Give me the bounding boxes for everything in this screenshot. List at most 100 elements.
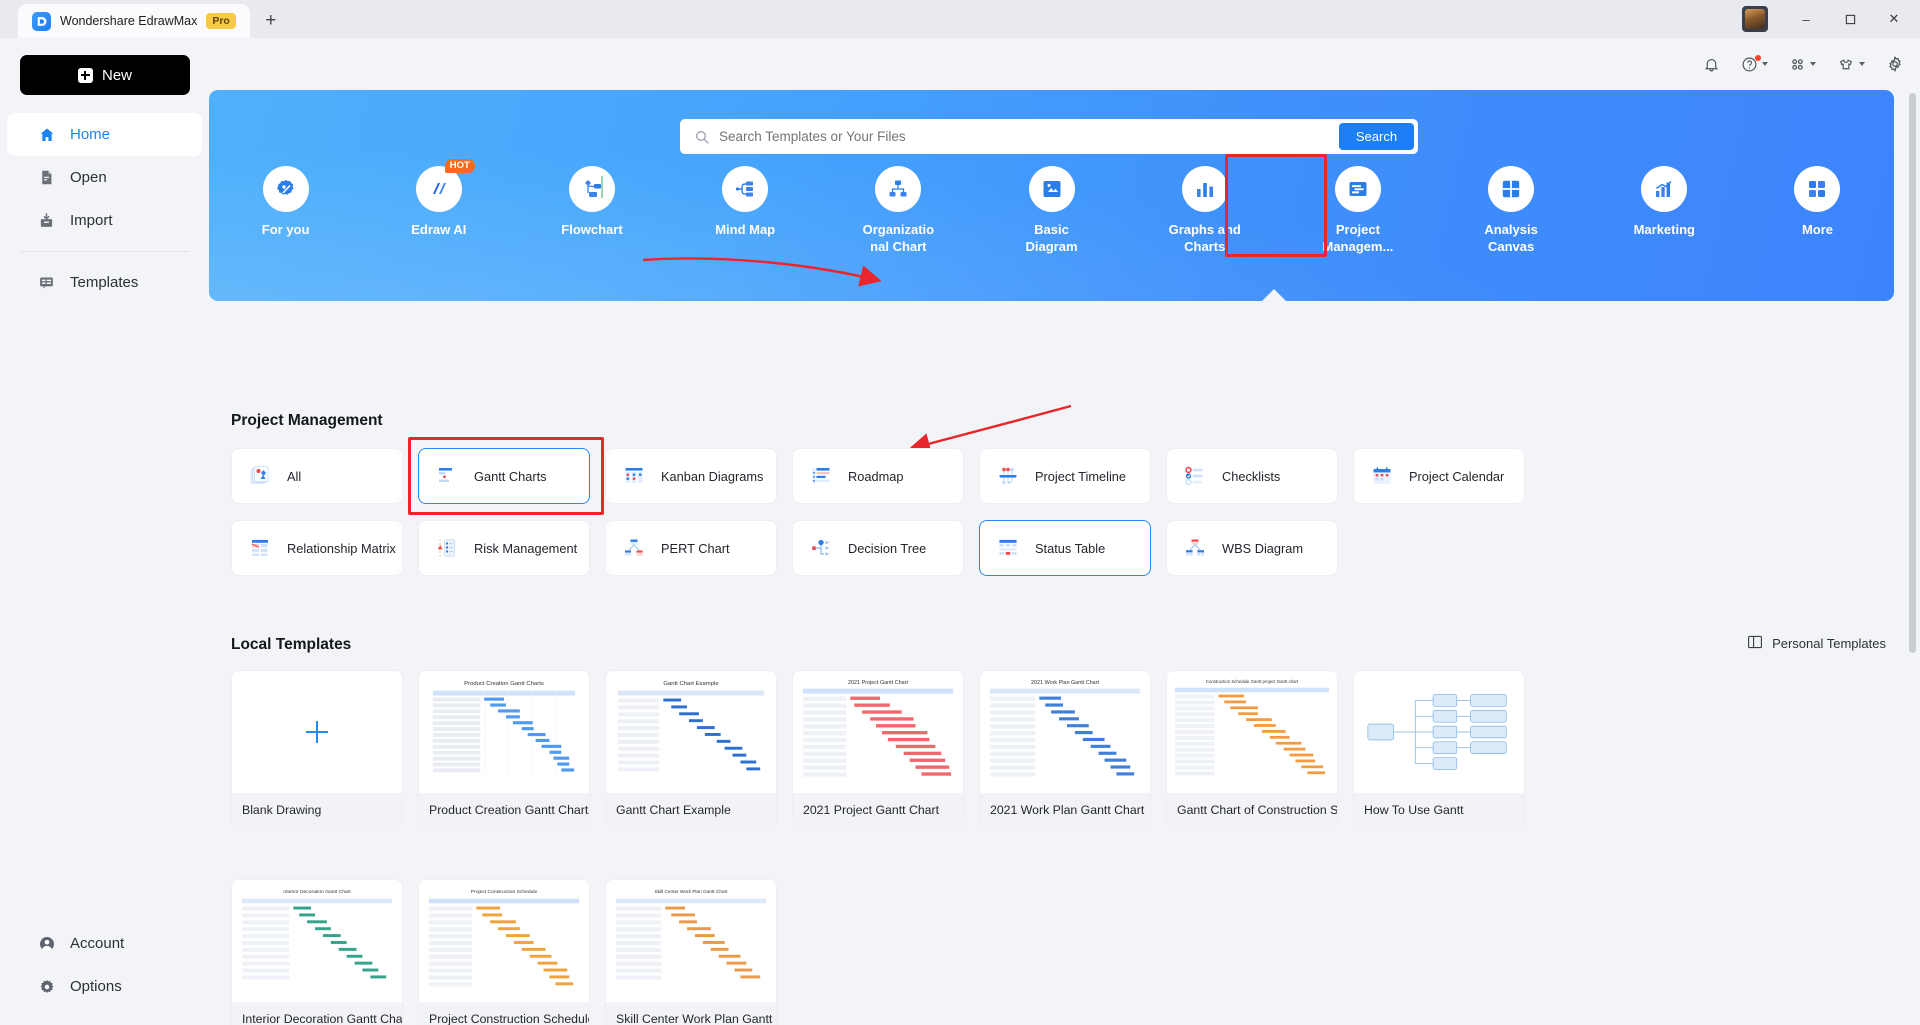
search-input[interactable]	[719, 129, 1339, 144]
theme-shirt-icon[interactable]	[1837, 56, 1865, 73]
category-divider	[601, 176, 603, 198]
apps-grid-icon[interactable]	[1789, 56, 1816, 73]
personal-templates-button[interactable]: Personal Templates	[1747, 634, 1886, 653]
category-edraw-ai[interactable]: HOT Edraw AI	[362, 159, 515, 255]
browser-tab[interactable]: Wondershare EdrawMax Pro	[18, 4, 250, 38]
tile-roadmap[interactable]: Roadmap	[792, 448, 964, 504]
sidebar-item-open[interactable]: Open	[7, 156, 202, 199]
tile-gantt-charts[interactable]: Gantt Charts	[418, 448, 590, 504]
home-icon	[37, 125, 56, 144]
timeline-icon	[996, 464, 1020, 488]
tile-all[interactable]: All	[231, 448, 403, 504]
tile-wrap-kanban: Kanban Diagrams	[605, 448, 777, 504]
category-organizational-chart[interactable]: Organizatio nal Chart	[822, 166, 975, 255]
settings-gear-icon[interactable]	[1886, 55, 1904, 73]
template-card-how-to-use-gantt[interactable]: How To Use Gantt	[1353, 670, 1525, 828]
category-tiles-row-2: Relationship Matrix Risk Management PERT…	[231, 520, 1338, 576]
hot-badge: HOT	[444, 159, 475, 173]
notification-icon[interactable]	[1703, 56, 1720, 73]
maximize-button[interactable]	[1828, 0, 1872, 38]
category-basic-diagram[interactable]: Basic Diagram	[975, 166, 1128, 255]
tile-pert-chart[interactable]: PERT Chart	[605, 520, 777, 576]
template-card-2021-project-gantt[interactable]: 2021 Project Gantt Chart 2021 Project Ga…	[792, 670, 964, 828]
template-card-blank-drawing[interactable]: Blank Drawing	[231, 670, 403, 828]
template-card-gantt-chart-example[interactable]: Gantt Chart Example Gantt Chart Example	[605, 670, 777, 828]
template-card-product-creation-gantt[interactable]: Product Creation Gantt Charts Product Cr…	[418, 670, 590, 828]
template-card-skill-center-work-plan[interactable]: Skill Center Work Plan Gantt Chart Skill…	[605, 879, 777, 1025]
sidebar-item-options[interactable]: Options	[7, 965, 202, 1008]
new-button[interactable]: New	[20, 55, 190, 95]
svg-text:2021 Work Plan Gantt Chart: 2021 Work Plan Gantt Chart	[1031, 680, 1099, 686]
tile-status-table[interactable]: Status Table	[979, 520, 1151, 576]
basic-diagram-icon	[1028, 166, 1075, 212]
tile-project-calendar[interactable]: Project Calendar	[1353, 448, 1525, 504]
org-chart-icon	[875, 166, 922, 212]
main-content: Search For you HOT Edraw AI Fl	[209, 90, 1920, 1025]
sidebar-item-templates[interactable]: Templates	[7, 261, 202, 304]
help-badge-dot	[1755, 54, 1761, 61]
tile-label: Risk Management	[474, 540, 578, 556]
tile-relationship-matrix[interactable]: Relationship Matrix	[231, 520, 403, 576]
title-bar: Wondershare EdrawMax Pro + – ✕	[0, 0, 1920, 38]
analysis-canvas-icon	[1488, 166, 1535, 212]
tile-wrap-checklists: Checklists	[1166, 448, 1338, 504]
tile-wrap-gantt-charts: Gantt Charts	[408, 437, 604, 515]
card-title: Interior Decoration Gantt Chart	[232, 1002, 402, 1025]
open-file-icon	[37, 168, 56, 187]
card-title: 2021 Project Gantt Chart	[793, 793, 963, 827]
minimize-button[interactable]: –	[1784, 0, 1828, 38]
mind-map-icon	[722, 166, 769, 212]
search-button[interactable]: Search	[1339, 123, 1414, 150]
svg-text:2021 Project Gantt Chart: 2021 Project Gantt Chart	[848, 680, 908, 686]
chevron-down-icon	[1762, 62, 1768, 66]
tile-risk-management[interactable]: Risk Management	[418, 520, 590, 576]
risk-icon	[435, 536, 459, 560]
category-label: Mind Map	[715, 222, 776, 237]
search-bar[interactable]: Search	[680, 119, 1418, 154]
tile-label: Roadmap	[848, 468, 904, 484]
more-grid-icon	[1794, 166, 1841, 212]
category-mind-map[interactable]: Mind Map	[669, 166, 822, 255]
category-flowchart[interactable]: Flowchart	[515, 166, 668, 255]
sidebar-item-account[interactable]: Account	[7, 922, 202, 965]
close-button[interactable]: ✕	[1872, 0, 1916, 38]
help-icon[interactable]	[1741, 54, 1768, 73]
sidebar-item-label: Home	[70, 126, 111, 143]
card-title: Gantt Chart of Construction Sched...	[1167, 793, 1337, 827]
tile-kanban-diagrams[interactable]: Kanban Diagrams	[605, 448, 777, 504]
category-analysis-canvas[interactable]: Analysis Canvas	[1435, 166, 1588, 255]
template-card-interior-decoration-gantt[interactable]: Interior Decoration Gantt Chart Interior…	[231, 879, 403, 1025]
main-scrollbar[interactable]	[1908, 93, 1917, 1022]
template-card-construction-schedule[interactable]: Construction Schedule Gantt project Gant…	[1166, 670, 1338, 828]
tile-decision-tree[interactable]: Decision Tree	[792, 520, 964, 576]
sidebar-item-label: Import	[70, 212, 113, 229]
template-card-row-2: Interior Decoration Gantt Chart Interior…	[231, 879, 777, 1025]
avatar[interactable]	[1742, 6, 1768, 32]
tile-wbs-diagram[interactable]: WBS Diagram	[1166, 520, 1338, 576]
wbs-icon	[1183, 536, 1207, 560]
sidebar-item-home[interactable]: Home	[7, 113, 202, 156]
category-marketing[interactable]: Marketing	[1588, 166, 1741, 255]
project-management-highlight-box	[1225, 154, 1327, 257]
card-title: Skill Center Work Plan Gantt Chart	[606, 1002, 776, 1025]
sidebar-item-import[interactable]: Import	[7, 199, 202, 242]
marketing-icon	[1641, 166, 1688, 212]
category-label: More	[1801, 222, 1833, 237]
category-more[interactable]: More	[1741, 166, 1894, 255]
template-card-project-construction-schedule[interactable]: Project Construction Schedule Project Co…	[418, 879, 590, 1025]
sidebar-bottom-nav: Account Options	[0, 922, 209, 1008]
card-title: How To Use Gantt	[1354, 793, 1524, 827]
svg-text:Construction Schedule Gantt pr: Construction Schedule Gantt project Gant…	[1206, 679, 1299, 684]
card-title: Gantt Chart Example	[606, 793, 776, 827]
tile-label: Project Calendar	[1409, 468, 1505, 484]
edrawmax-logo-icon	[32, 11, 51, 31]
new-tab-button[interactable]: +	[256, 6, 286, 36]
template-card-2021-work-plan-gantt[interactable]: 2021 Work Plan Gantt Chart 2021 Work Pla…	[979, 670, 1151, 828]
tile-project-timeline[interactable]: Project Timeline	[979, 448, 1151, 504]
scrollbar-thumb[interactable]	[1909, 93, 1916, 653]
category-label: Marketing	[1633, 222, 1695, 237]
category-for-you[interactable]: For you	[209, 166, 362, 255]
tile-label: Checklists	[1222, 468, 1281, 484]
tile-checklists[interactable]: Checklists	[1166, 448, 1338, 504]
flowchart-icon	[568, 166, 615, 212]
